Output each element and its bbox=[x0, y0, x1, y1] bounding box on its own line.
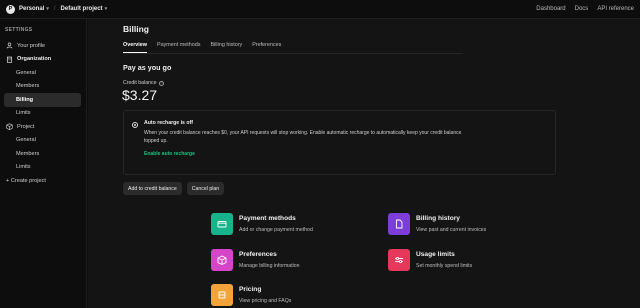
card-payment-methods[interactable]: Payment methods Add or change payment me… bbox=[211, 213, 313, 235]
project-name: Default project bbox=[60, 6, 103, 12]
auto-recharge-notice: Auto recharge is off When your credit ba… bbox=[123, 110, 556, 175]
card-desc: Add or change payment method bbox=[239, 227, 313, 233]
cancel-plan-button[interactable]: Cancel plan bbox=[186, 182, 225, 195]
card-desc: View past and current invoices bbox=[416, 227, 487, 233]
billing-tabs: Overview Payment methods Billing history… bbox=[123, 42, 281, 53]
create-project-button[interactable]: + Create project bbox=[0, 174, 86, 188]
card-title: Usage limits bbox=[416, 251, 455, 258]
page-title: Billing bbox=[123, 24, 149, 34]
plan-heading: Pay as you go bbox=[123, 63, 172, 72]
nav-docs[interactable]: Docs bbox=[575, 6, 589, 12]
card-title: Preferences bbox=[239, 251, 277, 258]
card-desc: Set monthly spend limits bbox=[416, 263, 473, 269]
info-icon[interactable]: i bbox=[159, 80, 165, 86]
user-icon bbox=[6, 42, 13, 49]
tab-overview[interactable]: Overview bbox=[123, 42, 147, 53]
card-desc: Manage billing information bbox=[239, 263, 300, 269]
sidebar-item-project-general[interactable]: General bbox=[0, 134, 86, 148]
card-preferences[interactable]: Preferences Manage billing information bbox=[211, 249, 300, 271]
notice-title: Auto recharge is off bbox=[144, 120, 194, 126]
add-credit-button[interactable]: Add to credit balance bbox=[123, 182, 182, 195]
top-nav: Dashboard Docs API reference bbox=[536, 6, 634, 12]
org-avatar[interactable]: P bbox=[6, 4, 15, 14]
box-icon bbox=[6, 123, 13, 131]
card-usage-limits[interactable]: Usage limits Set monthly spend limits bbox=[388, 249, 472, 271]
sidebar-item-project-limits[interactable]: Limits bbox=[0, 161, 86, 175]
tab-payment-methods[interactable]: Payment methods bbox=[157, 42, 200, 53]
nav-api-reference[interactable]: API reference bbox=[597, 6, 634, 12]
tab-divider bbox=[123, 53, 463, 54]
card-billing-history[interactable]: Billing history View past and current in… bbox=[388, 213, 486, 235]
sidebar-item-organization[interactable]: Organization bbox=[0, 53, 86, 67]
sidebar-item-org-billing[interactable]: Billing bbox=[4, 93, 81, 107]
sidebar-item-your-profile[interactable]: Your profile bbox=[0, 39, 86, 53]
project-switcher[interactable]: Default project ▾ bbox=[61, 6, 108, 12]
sidebar-item-label: Organization bbox=[17, 56, 52, 63]
tab-billing-history[interactable]: Billing history bbox=[210, 42, 242, 53]
chevron-down-icon: ▾ bbox=[104, 6, 108, 12]
top-bar: P Personal ▾ / Default project ▾ Dashboa… bbox=[0, 0, 640, 19]
tag-icon bbox=[211, 284, 233, 306]
sliders-icon bbox=[388, 249, 410, 271]
credit-balance-label: Credit balance i bbox=[123, 80, 165, 86]
card-desc: View pricing and FAQs bbox=[239, 298, 292, 304]
org-name: Personal bbox=[19, 6, 45, 12]
status-icon bbox=[132, 122, 138, 128]
settings-sidebar: SETTINGS Your profile Organization Gener… bbox=[0, 19, 87, 308]
card-title: Pricing bbox=[239, 286, 262, 293]
box-icon bbox=[211, 249, 233, 271]
sidebar-item-org-members[interactable]: Members bbox=[0, 80, 86, 94]
credit-balance-value: $3.27 bbox=[122, 87, 158, 103]
enable-auto-recharge-link[interactable]: Enable auto recharge bbox=[144, 151, 195, 157]
breadcrumb-separator: / bbox=[53, 6, 56, 12]
sidebar-item-org-limits[interactable]: Limits bbox=[0, 107, 86, 121]
sidebar-item-project-members[interactable]: Members bbox=[0, 147, 86, 161]
document-icon bbox=[388, 213, 410, 235]
building-icon bbox=[6, 56, 13, 63]
nav-dashboard[interactable]: Dashboard bbox=[536, 6, 565, 12]
card-pricing[interactable]: Pricing View pricing and FAQs bbox=[211, 284, 291, 306]
notice-text: When your credit balance reaches $0, you… bbox=[144, 130, 462, 144]
card-title: Payment methods bbox=[239, 215, 296, 222]
credit-balance-label-text: Credit balance bbox=[123, 80, 157, 86]
chevron-down-icon: ▾ bbox=[46, 6, 49, 12]
sidebar-item-label: Your profile bbox=[17, 42, 46, 49]
sidebar-item-org-general[interactable]: General bbox=[0, 66, 86, 80]
sidebar-item-project[interactable]: Project bbox=[0, 120, 86, 134]
tab-preferences[interactable]: Preferences bbox=[252, 42, 281, 53]
org-switcher[interactable]: Personal ▾ bbox=[19, 6, 49, 12]
sidebar-heading: SETTINGS bbox=[5, 27, 33, 33]
card-title: Billing history bbox=[416, 215, 460, 222]
billing-actions: Add to credit balance Cancel plan bbox=[123, 182, 225, 195]
card-icon bbox=[211, 213, 233, 235]
sidebar-item-label: Project bbox=[17, 123, 35, 130]
